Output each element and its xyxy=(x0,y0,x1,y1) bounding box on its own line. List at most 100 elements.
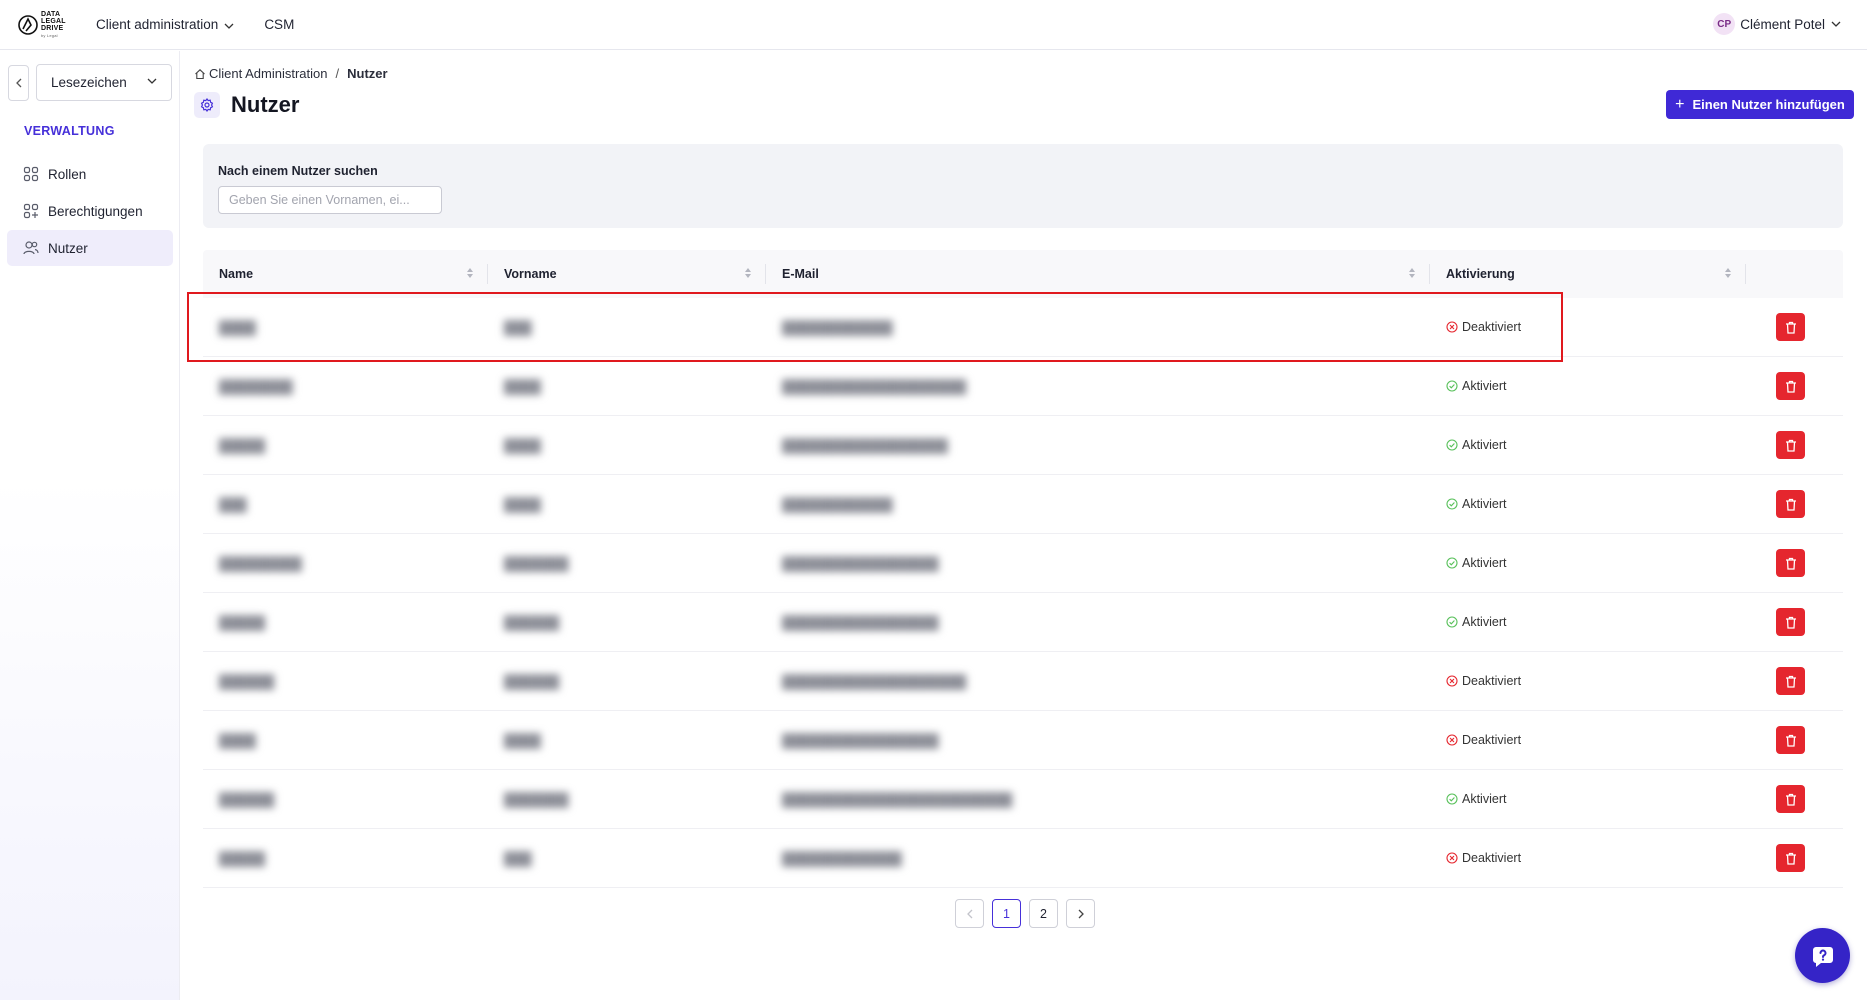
table-row[interactable]: ████████ ████ ████████████████████ Aktivier… xyxy=(203,357,1843,416)
users-icon xyxy=(23,240,39,256)
x-circle-icon xyxy=(1446,321,1458,333)
cell-email: ████████████ xyxy=(766,298,1430,356)
delete-user-button[interactable] xyxy=(1776,431,1805,459)
logo-wordmark: DATA LEGAL DRIVE by Legal xyxy=(41,10,66,38)
csm-link[interactable]: CSM xyxy=(264,17,294,32)
sort-icon[interactable] xyxy=(1724,267,1732,282)
chevron-left-icon xyxy=(966,909,973,919)
search-panel: Nach einem Nutzer suchen xyxy=(203,144,1843,228)
email-text: ████████████████████ xyxy=(782,378,967,394)
x-circle-icon xyxy=(1446,675,1458,687)
vorname-text: ████ xyxy=(504,732,541,748)
sort-icon[interactable] xyxy=(744,267,752,282)
cell-aktivierung: Deaktiviert xyxy=(1430,298,1746,356)
delete-user-button[interactable] xyxy=(1776,726,1805,754)
status-label: Aktiviert xyxy=(1462,438,1507,452)
status-badge: Aktiviert xyxy=(1446,792,1506,806)
vorname-text: ███████ xyxy=(504,791,569,807)
vorname-text: ████ xyxy=(504,437,541,453)
column-header-vorname[interactable]: Vorname xyxy=(488,250,766,298)
cell-vorname: ██████ xyxy=(488,652,766,710)
next-page-button[interactable] xyxy=(1066,899,1095,928)
table-row[interactable]: █████ ████ ██████████████████ Aktiviert xyxy=(203,416,1843,475)
pagination: 1 2 xyxy=(955,899,1095,928)
column-label: Aktivierung xyxy=(1446,267,1515,281)
status-badge: Deaktiviert xyxy=(1446,674,1521,688)
x-circle-icon xyxy=(1446,852,1458,864)
help-icon xyxy=(1810,943,1836,969)
delete-user-button[interactable] xyxy=(1776,608,1805,636)
cell-vorname: ████ xyxy=(488,475,766,533)
cell-name: █████████ xyxy=(203,534,488,592)
avatar: CP xyxy=(1713,13,1736,35)
grid-icon xyxy=(23,166,39,182)
status-label: Aktiviert xyxy=(1462,379,1507,393)
delete-user-button[interactable] xyxy=(1776,372,1805,400)
top-bar: DATA LEGAL DRIVE by Legal Client adminis… xyxy=(0,0,1867,50)
column-label: Vorname xyxy=(504,267,557,281)
delete-user-button[interactable] xyxy=(1776,490,1805,518)
breadcrumb-root-link[interactable]: Client Administration xyxy=(209,66,328,81)
vorname-text: ███ xyxy=(504,319,532,335)
status-badge: Aktiviert xyxy=(1446,379,1506,393)
cell-name: █████ xyxy=(203,416,488,474)
cell-actions xyxy=(1746,357,1843,415)
column-header-actions xyxy=(1746,250,1843,298)
table-row[interactable]: ██████ ██████ ████████████████████ Deaktivi… xyxy=(203,652,1843,711)
trash-icon xyxy=(1785,557,1797,570)
delete-user-button[interactable] xyxy=(1776,549,1805,577)
sidebar-item-label: Berechtigungen xyxy=(48,203,143,219)
add-user-label: Einen Nutzer hinzufügen xyxy=(1692,97,1845,112)
cell-actions xyxy=(1746,298,1843,356)
user-menu[interactable]: CP Clément Potel xyxy=(1713,13,1841,35)
table-row[interactable]: ██████ ███████ █████████████████████████ Ak… xyxy=(203,770,1843,829)
sidebar-item-rollen[interactable]: Rollen xyxy=(7,156,173,192)
check-circle-icon xyxy=(1446,557,1458,569)
table-row[interactable]: █████ ██████ █████████████████ Aktiviert xyxy=(203,593,1843,652)
email-text: █████████████ xyxy=(782,850,902,866)
column-label: Name xyxy=(219,267,254,281)
cell-actions xyxy=(1746,416,1843,474)
trash-icon xyxy=(1785,439,1797,452)
gear-icon xyxy=(194,92,220,118)
sidebar-item-nutzer[interactable]: Nutzer xyxy=(7,230,173,266)
client-administration-menu[interactable]: Client administration xyxy=(96,17,234,32)
column-header-name[interactable]: Name xyxy=(203,250,488,298)
table-row[interactable]: ████ ████ █████████████████ Deaktiviert xyxy=(203,711,1843,770)
add-user-button[interactable]: + Einen Nutzer hinzufügen xyxy=(1666,90,1854,119)
table-row[interactable]: ███ ████ ████████████ Aktiviert xyxy=(203,475,1843,534)
bookmarks-dropdown[interactable]: Lesezeichen xyxy=(36,64,172,101)
cell-vorname: ███ xyxy=(488,298,766,356)
collapse-sidebar-button[interactable] xyxy=(8,65,29,101)
check-circle-icon xyxy=(1446,793,1458,805)
cell-aktivierung: Aktiviert xyxy=(1430,475,1746,533)
column-header-email[interactable]: E-Mail xyxy=(766,250,1430,298)
help-chat-button[interactable] xyxy=(1795,928,1850,983)
page-button-1[interactable]: 1 xyxy=(992,899,1021,928)
sidebar-item-berechtigungen[interactable]: Berechtigungen xyxy=(7,193,173,229)
email-text: █████████████████ xyxy=(782,732,939,748)
sort-icon[interactable] xyxy=(1408,267,1416,282)
cell-email: █████████████████████████ xyxy=(766,770,1430,828)
prev-page-button[interactable] xyxy=(955,899,984,928)
x-circle-icon xyxy=(1446,734,1458,746)
table-row[interactable]: ████ ███ ████████████ Deaktiviert xyxy=(203,298,1843,357)
cell-aktivierung: Aktiviert xyxy=(1430,534,1746,592)
table-row[interactable]: █████████ ███████ █████████████████ Aktivie… xyxy=(203,534,1843,593)
column-header-aktivierung[interactable]: Aktivierung xyxy=(1430,250,1746,298)
cell-actions xyxy=(1746,711,1843,769)
table-row[interactable]: █████ ███ █████████████ Deaktiviert xyxy=(203,829,1843,888)
name-text: █████████ xyxy=(219,555,302,571)
delete-user-button[interactable] xyxy=(1776,785,1805,813)
delete-user-button[interactable] xyxy=(1776,313,1805,341)
delete-user-button[interactable] xyxy=(1776,844,1805,872)
name-text: ████ xyxy=(219,732,256,748)
brand-logo[interactable]: DATA LEGAL DRIVE by Legal xyxy=(18,10,78,40)
search-input[interactable] xyxy=(218,186,442,214)
delete-user-button[interactable] xyxy=(1776,667,1805,695)
cell-vorname: ███████ xyxy=(488,770,766,828)
cell-actions xyxy=(1746,475,1843,533)
page-button-2[interactable]: 2 xyxy=(1029,899,1058,928)
sort-icon[interactable] xyxy=(466,267,474,282)
email-text: █████████████████ xyxy=(782,614,939,630)
